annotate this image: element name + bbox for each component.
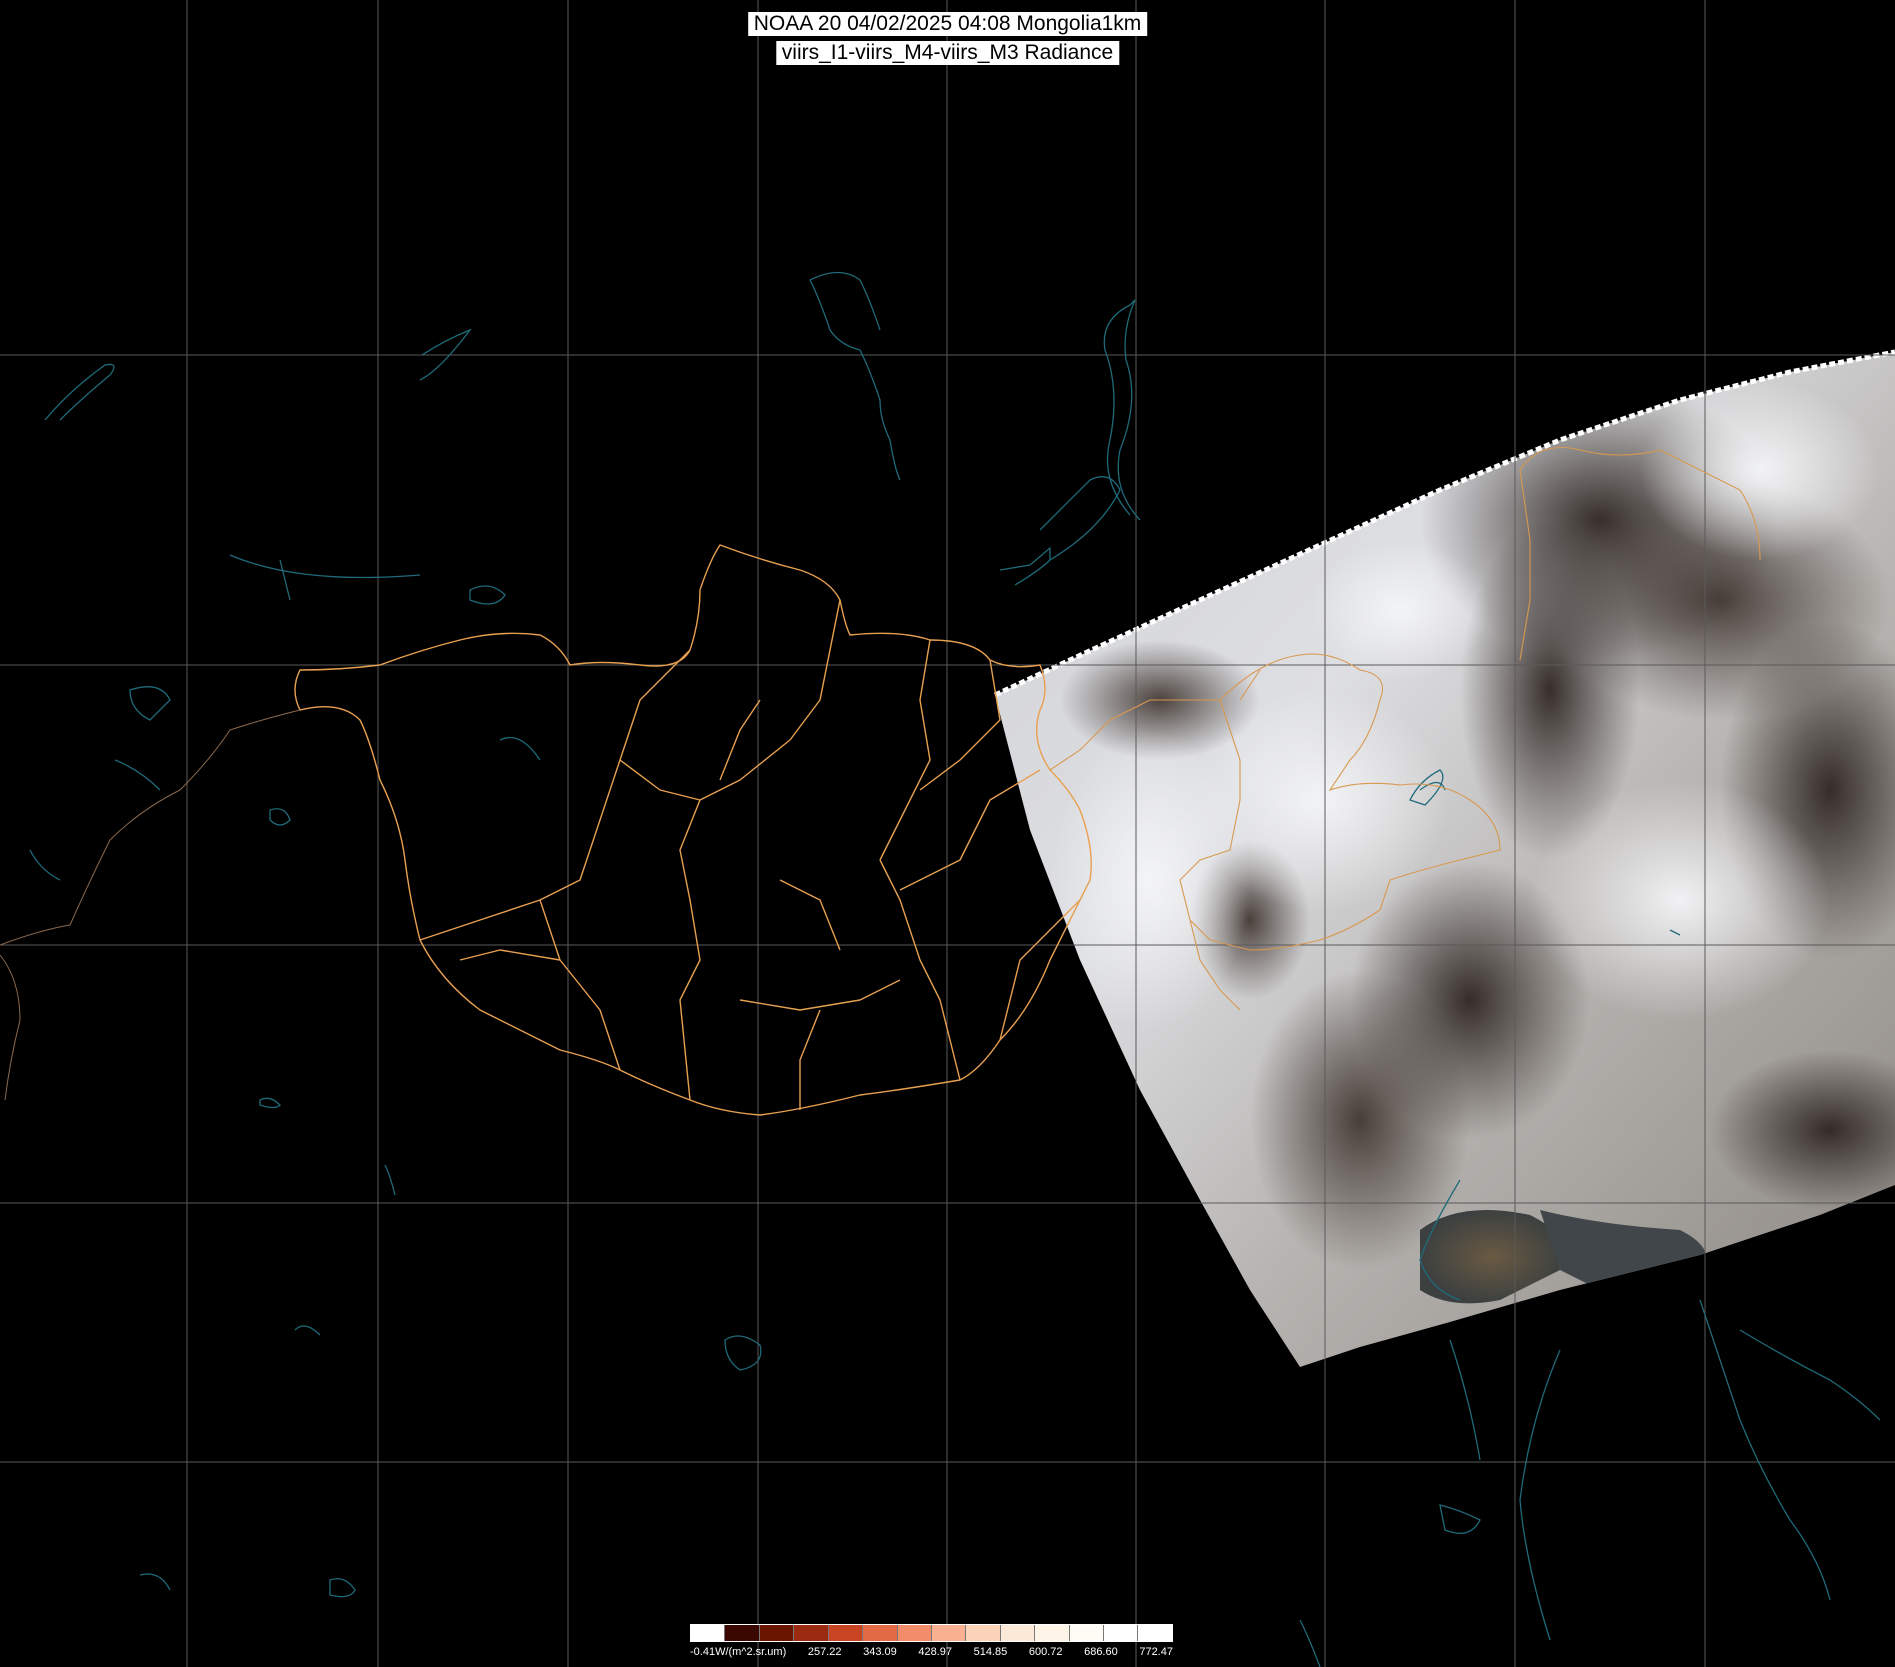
legend-swatch [930, 1625, 966, 1641]
legend-label: 686.60 [1084, 1646, 1118, 1658]
legend-swatch [1034, 1625, 1069, 1641]
legend-labels: -0.41W/(m^2.sr.um) 257.22 343.09 428.97 514.… [690, 1646, 1173, 1658]
color-legend: -0.41W/(m^2.sr.um) 257.22 343.09 428.97 514.… [690, 1624, 1173, 1664]
legend-swatch [724, 1625, 759, 1641]
satellite-map [0, 0, 1895, 1667]
legend-swatch [965, 1625, 1000, 1641]
legend-label: 343.09 [863, 1646, 897, 1658]
legend-label: 600.72 [1028, 1646, 1063, 1658]
legend-swatch [758, 1625, 794, 1641]
legend-label: 772.47 [1139, 1646, 1173, 1658]
legend-swatch [691, 1625, 725, 1641]
legend-swatch [827, 1625, 863, 1641]
legend-label: 514.85 [973, 1646, 1008, 1658]
legend-swatch [1137, 1625, 1172, 1641]
legend-swatch [999, 1625, 1035, 1641]
legend-swatch [896, 1625, 931, 1641]
legend-label: 428.97 [918, 1646, 952, 1658]
legend-label: 257.22 [807, 1646, 842, 1658]
legend-swatch [862, 1625, 897, 1641]
mongolia-borders [294, 544, 1092, 1116]
legend-swatch [793, 1625, 828, 1641]
legend-swatch [1103, 1625, 1138, 1641]
west-borders [0, 709, 301, 1101]
legend-color-bar [690, 1624, 1173, 1642]
map-title-line2: viirs_I1-viirs_M4-viirs_M3 Radiance [775, 41, 1120, 65]
imagery-swath [995, 352, 1895, 1367]
legend-swatch [1068, 1625, 1104, 1641]
legend-label: -0.41W/(m^2.sr.um) [690, 1646, 787, 1658]
map-title-line1: NOAA 20 04/02/2025 04:08 Mongolia1km [747, 12, 1148, 36]
